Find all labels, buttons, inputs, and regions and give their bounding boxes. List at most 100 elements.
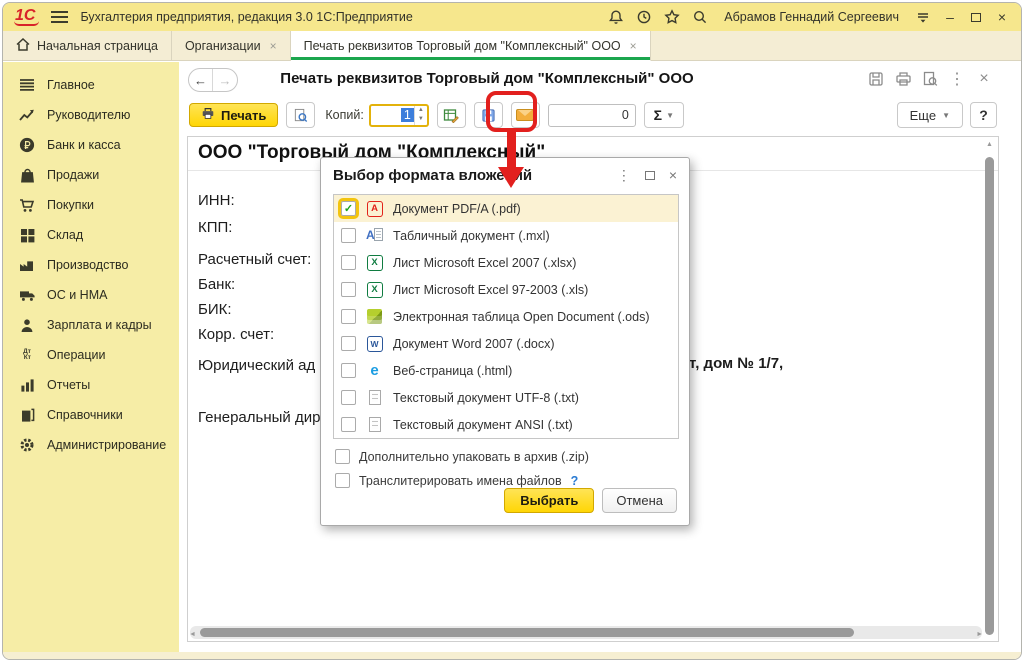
dialog-more-dots-icon[interactable]: ⋮: [617, 167, 631, 184]
cancel-button[interactable]: Отмена: [602, 488, 677, 513]
sidebar-label: Главное: [47, 78, 95, 92]
format-row-docx[interactable]: W Документ Word 2007 (.docx): [334, 330, 678, 357]
form-header-icons: ⋮ ×: [867, 70, 993, 88]
scroll-up-icon[interactable]: ▲: [983, 141, 996, 148]
checkbox[interactable]: [341, 282, 356, 297]
help-button[interactable]: ?: [970, 102, 997, 128]
copies-input[interactable]: 1 ▲▼: [369, 104, 429, 127]
option-zip[interactable]: Дополнительно упаковать в архив (.zip): [335, 449, 589, 464]
tab-organizations[interactable]: Организации ×: [172, 31, 291, 60]
bag-icon: [18, 167, 36, 183]
sidebar-item-otchety[interactable]: Отчеты: [3, 370, 179, 400]
format-row-xls[interactable]: X Лист Microsoft Excel 97-2003 (.xls): [334, 276, 678, 303]
word-icon: W: [367, 336, 383, 352]
checkbox[interactable]: [341, 255, 356, 270]
print-button[interactable]: Печать: [189, 103, 278, 127]
vertical-scroll-thumb[interactable]: [985, 157, 994, 635]
back-button[interactable]: ←: [189, 69, 213, 91]
sidebar-item-administrirovanie[interactable]: Администрирование: [3, 430, 179, 460]
scroll-right-icon[interactable]: ►: [976, 631, 983, 638]
sidebar-item-glavnoe[interactable]: Главное: [3, 70, 179, 100]
select-button[interactable]: Выбрать: [504, 488, 594, 513]
forward-button[interactable]: →: [213, 69, 237, 91]
sidebar-item-spravochniki[interactable]: Справочники: [3, 400, 179, 430]
dialog-buttons: Выбрать Отмена: [504, 488, 677, 513]
sidebar-item-pokupki[interactable]: Покупки: [3, 190, 179, 220]
scroll-left-icon[interactable]: ◄: [189, 631, 196, 638]
scroll-down-icon[interactable]: ▼: [983, 618, 996, 625]
sidebar-label: Операции: [47, 348, 105, 362]
main-menu-icon[interactable]: [51, 11, 68, 23]
sidebar-item-os-i-nma[interactable]: ОС и НМА: [3, 280, 179, 310]
dt-kt-icon: ДтКт: [18, 347, 36, 363]
star-icon[interactable]: [662, 7, 682, 27]
sum-field[interactable]: 0: [548, 104, 636, 127]
sidebar-item-sklad[interactable]: Склад: [3, 220, 179, 250]
page-setup-button[interactable]: [437, 102, 466, 128]
checkbox-checked[interactable]: ✓: [341, 201, 356, 216]
option-transliterate[interactable]: Транслитерировать имена файлов ?: [335, 473, 578, 488]
more-button-label: Еще: [910, 108, 936, 123]
sidebar-item-rukovoditelyu[interactable]: Руководителю: [3, 100, 179, 130]
sidebar-item-prodazhi[interactable]: Продажи: [3, 160, 179, 190]
bell-icon[interactable]: [606, 7, 626, 27]
sidebar-label: ОС и НМА: [47, 288, 107, 302]
checkbox[interactable]: [341, 309, 356, 324]
tab-print-requisites[interactable]: Печать реквизитов Торговый дом "Комплекс…: [291, 31, 651, 61]
print-preview-button[interactable]: [286, 102, 315, 128]
more-button[interactable]: Еще ▼: [897, 102, 963, 128]
minimize-button[interactable]: –: [941, 10, 959, 24]
format-row-mxl[interactable]: A Табличный документ (.mxl): [334, 222, 678, 249]
autosum-button[interactable]: Σ ▼: [644, 102, 684, 128]
vertical-scrollbar[interactable]: ▲ ▼: [983, 139, 996, 625]
sidebar-item-zarplata-i-kadry[interactable]: Зарплата и кадры: [3, 310, 179, 340]
save-icon[interactable]: [867, 70, 885, 88]
preview-icon[interactable]: [921, 70, 939, 88]
option-label: Дополнительно упаковать в архив (.zip): [359, 450, 589, 464]
option-help-link[interactable]: ?: [571, 474, 579, 488]
horizontal-scroll-thumb[interactable]: [200, 628, 854, 637]
horizontal-scrollbar[interactable]: ◄ ►: [190, 626, 982, 639]
factory-icon: [18, 257, 36, 273]
format-row-txt-ansi[interactable]: Текстовый документ ANSI (.txt): [334, 411, 678, 438]
search-icon[interactable]: [690, 7, 710, 27]
sidebar-item-bank-i-kassa[interactable]: Банк и касса: [3, 130, 179, 160]
checkbox[interactable]: [335, 449, 350, 464]
format-row-ods[interactable]: Электронная таблица Open Document (.ods): [334, 303, 678, 330]
close-tab-icon[interactable]: ×: [630, 39, 637, 53]
ruble-circle-icon: [18, 137, 36, 153]
gear-icon: [18, 437, 36, 453]
checkbox[interactable]: [341, 336, 356, 351]
sidebar-item-proizvodstvo[interactable]: Производство: [3, 250, 179, 280]
sidebar-item-operacii[interactable]: ДтКт Операции: [3, 340, 179, 370]
checkbox[interactable]: [341, 228, 356, 243]
format-row-txt-utf8[interactable]: Текстовый документ UTF-8 (.txt): [334, 384, 678, 411]
service-menu-icon[interactable]: [913, 7, 933, 27]
format-row-html[interactable]: e Веб-страница (.html): [334, 357, 678, 384]
close-tab-icon[interactable]: ×: [270, 39, 277, 53]
section-sidebar: Главное Руководителю Банк и касса Продаж…: [3, 62, 179, 652]
history-icon[interactable]: [634, 7, 654, 27]
tab-home[interactable]: Начальная страница: [3, 31, 172, 60]
close-window-button[interactable]: ×: [993, 10, 1011, 24]
annotation-arrow-stem: [507, 131, 516, 169]
tab-label: Печать реквизитов Торговый дом "Комплекс…: [304, 39, 621, 53]
excel-icon: X: [367, 282, 383, 298]
print-icon[interactable]: [894, 70, 912, 88]
format-row-xlsx[interactable]: X Лист Microsoft Excel 2007 (.xlsx): [334, 249, 678, 276]
copies-stepper[interactable]: ▲▼: [414, 106, 427, 125]
book-icon: [18, 407, 36, 423]
close-form-icon[interactable]: ×: [975, 70, 993, 88]
more-dots-icon[interactable]: ⋮: [948, 70, 966, 88]
current-user-name[interactable]: Абрамов Геннадий Сергеевич: [724, 10, 899, 24]
checkbox[interactable]: [341, 363, 356, 378]
dialog-close-icon[interactable]: ×: [669, 167, 677, 183]
checkbox[interactable]: [335, 473, 350, 488]
checkbox[interactable]: [341, 390, 356, 405]
format-label: Веб-страница (.html): [393, 364, 512, 378]
maximize-button[interactable]: [967, 10, 985, 24]
dialog-maximize-icon[interactable]: [645, 171, 655, 180]
text-file-icon: [369, 417, 381, 432]
format-row-pdf[interactable]: ✓ A Документ PDF/A (.pdf): [334, 195, 678, 222]
checkbox[interactable]: [341, 417, 356, 432]
